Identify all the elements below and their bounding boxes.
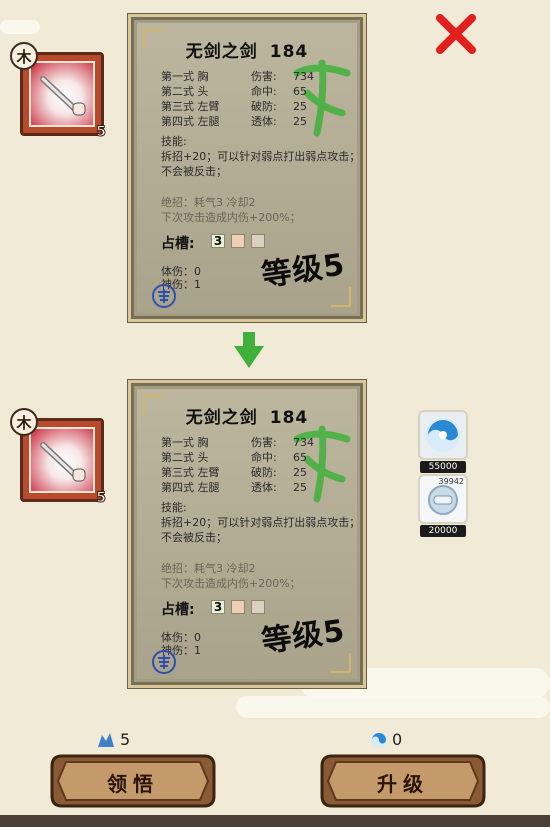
stat-key: 命中: — [251, 451, 277, 464]
stat-row: 第三式 左臂 破防: 25 — [161, 465, 333, 480]
card-corner-ornament — [331, 287, 351, 307]
stat-row: 第三式 左臂 破防: 25 — [161, 99, 333, 114]
skill-description: 拆招+20；可以针对弱点打出弱点攻击；不会被反击； — [161, 516, 361, 544]
skill-name: 无剑之剑 — [185, 42, 258, 62]
sword-icon — [40, 442, 86, 482]
stat-row: 第二式 头 命中: 65 — [161, 450, 333, 465]
shop-item-swirl[interactable] — [418, 410, 468, 460]
body-damage: 体伤：0 — [161, 631, 201, 644]
skill-card-next: 无剑之剑 184 第一式 胸 伤害: 734 第二式 头 命中: 65 第三式 左臂 破防:… — [128, 380, 366, 688]
element-icon: 木 — [10, 408, 38, 436]
badge-level: 5 — [96, 490, 107, 507]
skill-power: 184 — [269, 408, 309, 428]
stat-position: 第二式 头 — [161, 451, 209, 464]
orb-resource: 0 — [370, 730, 402, 749]
cloud-decoration — [0, 20, 40, 34]
skill-power: 184 — [269, 42, 309, 62]
swirl-orb-icon — [426, 418, 460, 452]
shop-price: 55000 — [420, 461, 466, 473]
close-icon — [436, 14, 476, 54]
crystal-icon — [98, 732, 114, 747]
stat-position: 第四式 左腿 — [161, 481, 220, 494]
shop-item-count: 39942 — [438, 477, 464, 486]
stat-key: 伤害: — [251, 70, 277, 83]
slot-value: 3 — [211, 234, 225, 248]
stat-value: 734 — [293, 70, 314, 83]
crystal-count: 5 — [120, 730, 131, 749]
skill-badge-next: 木 5 — [10, 408, 108, 507]
ultimate-effect: 下次攻击造成内伤+200%； — [161, 211, 301, 224]
skill-header: 技能: — [161, 135, 187, 148]
stat-row: 第一式 胸 伤害: 734 — [161, 69, 333, 84]
stat-position: 第一式 胸 — [161, 436, 209, 449]
cloud-decoration — [236, 696, 550, 718]
stat-value: 65 — [293, 85, 307, 98]
stat-key: 命中: — [251, 85, 277, 98]
card-body: 无剑之剑 184 第一式 胸 伤害: 734 第二式 头 命中: 65 第三式 左臂 破防:… — [137, 389, 360, 679]
skill-card-current: 无剑之剑 184 第一式 胸 伤害: 734 第二式 头 命中: 65 第三式 左臂 破防:… — [128, 14, 366, 322]
comprehend-label: 领悟 — [107, 772, 159, 796]
slot-box — [231, 234, 245, 248]
stat-value: 25 — [293, 466, 307, 479]
stat-key: 伤害: — [251, 436, 277, 449]
stat-value: 734 — [293, 436, 314, 449]
shop-item-scroll[interactable]: 39942 — [418, 474, 468, 524]
card-title: 无剑之剑 184 — [137, 37, 357, 62]
crystal-resource: 5 — [96, 730, 130, 749]
skill-description: 拆招+20；可以针对弱点打出弱点攻击；不会被反击； — [161, 150, 361, 178]
stat-value: 25 — [293, 481, 307, 494]
badge-inner — [29, 427, 95, 493]
skill-name: 无剑之剑 — [185, 408, 258, 428]
stat-key: 透体: — [251, 115, 277, 128]
swirl-orb-icon — [371, 731, 387, 748]
stat-row: 第一式 胸 伤害: 734 — [161, 435, 333, 450]
stat-row: 第四式 左腿 透体: 25 — [161, 114, 333, 129]
stat-position: 第一式 胸 — [161, 70, 209, 83]
upgrade-label: 升级 — [377, 772, 429, 796]
shop-price: 20000 — [420, 525, 466, 537]
close-button[interactable] — [434, 12, 478, 56]
stat-key: 破防: — [251, 466, 277, 479]
slot-box — [251, 234, 265, 248]
slot-box — [251, 600, 265, 614]
stat-value: 65 — [293, 451, 307, 464]
stat-position: 第四式 左腿 — [161, 115, 220, 128]
stat-key: 破防: — [251, 100, 277, 113]
element-icon: 木 — [10, 42, 38, 70]
stats-list: 第一式 胸 伤害: 734 第二式 头 命中: 65 第三式 左臂 破防: 25 第四式 左… — [161, 435, 333, 495]
card-title: 无剑之剑 184 — [137, 403, 357, 428]
ultimate-cost: 绝招：耗气3 冷却2 — [161, 562, 256, 575]
stats-list: 第一式 胸 伤害: 734 第二式 头 命中: 65 第三式 左臂 破防: 25 第四式 左… — [161, 69, 333, 129]
ultimate-cost: 绝招：耗气3 冷却2 — [161, 196, 256, 209]
stat-value: 25 — [293, 115, 307, 128]
stat-value: 25 — [293, 100, 307, 113]
card-body: 无剑之剑 184 第一式 胸 伤害: 734 第二式 头 命中: 65 第三式 左臂 破防:… — [137, 23, 360, 313]
skill-badge-current: 木 5 — [10, 42, 108, 141]
bottom-bar — [0, 815, 550, 827]
seal-icon — [152, 284, 176, 308]
ultimate-effect: 下次攻击造成内伤+200%； — [161, 577, 301, 590]
stat-row: 第二式 头 命中: 65 — [161, 84, 333, 99]
slot-box — [231, 600, 245, 614]
badge-level: 5 — [96, 124, 107, 141]
stat-key: 透体: — [251, 481, 277, 494]
body-damage: 体伤：0 — [161, 265, 201, 278]
upgrade-arrow-icon — [234, 332, 264, 368]
badge-inner — [29, 61, 95, 127]
upgrade-button[interactable]: 升级 — [318, 752, 488, 810]
slot-label: 占槽: — [161, 236, 195, 252]
slot-label: 占槽: — [161, 602, 195, 618]
stat-position: 第三式 左臂 — [161, 466, 220, 479]
seal-icon — [152, 650, 176, 674]
skill-header: 技能: — [161, 501, 187, 514]
orb-count: 0 — [392, 730, 403, 749]
sword-icon — [40, 76, 86, 116]
stat-position: 第二式 头 — [161, 85, 209, 98]
stat-row: 第四式 左腿 透体: 25 — [161, 480, 333, 495]
comprehend-button[interactable]: 领悟 — [48, 752, 218, 810]
card-corner-ornament — [331, 653, 351, 673]
slot-value: 3 — [211, 600, 225, 614]
stat-position: 第三式 左臂 — [161, 100, 220, 113]
